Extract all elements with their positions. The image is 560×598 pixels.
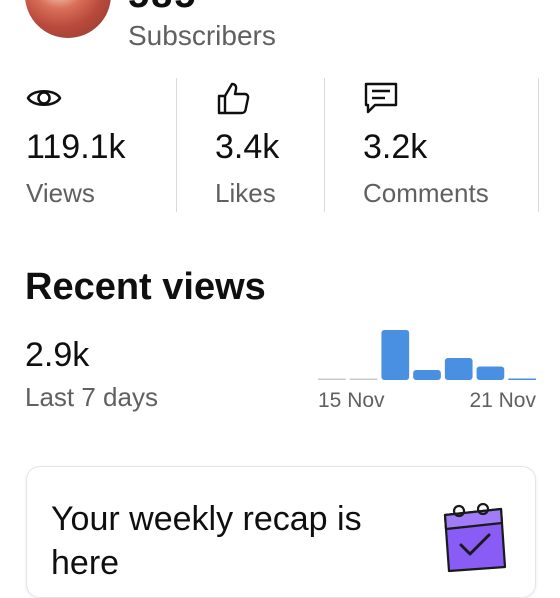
stat-divider [176,78,177,212]
stat-likes[interactable]: 3.4k Likes [215,78,315,212]
chart-bar-21-nov [508,378,536,380]
chart-bar-19-nov [444,358,473,380]
likes-label: Likes [215,178,276,208]
channel-avatar[interactable] [25,0,111,38]
thumbs-up-icon [217,82,250,115]
views-label: Views [26,178,95,208]
recent-views-period: Last 7 days [25,382,158,412]
views-value: 119.1k [26,128,126,166]
subscriber-label: Subscribers [128,20,276,51]
calendar-check-icon [443,503,507,573]
stat-views[interactable]: 119.1k Views [26,78,166,212]
subscriber-count: 585 [128,0,197,17]
comment-icon [364,82,398,114]
chart-bar-18-nov [413,370,441,380]
recent-views-value: 2.9k [25,336,90,374]
chart-bar-15-nov [318,378,346,380]
chart-bar-20-nov [476,366,505,380]
chart-bar-16-nov [349,378,378,380]
chart-bar-17-nov [381,330,410,380]
stat-divider [324,78,325,212]
comments-label: Comments [363,178,489,208]
stat-divider [538,78,539,212]
chart-tick-label: 21 Nov [469,389,536,412]
stat-comments[interactable]: 3.2k Comments [363,78,533,212]
likes-value: 3.4k [215,128,280,166]
eye-icon [26,89,62,107]
comments-value: 3.2k [363,128,428,166]
recent-views-chart[interactable]: 15 Nov 21 Nov [316,318,538,418]
recent-views-title: Recent views [25,266,266,308]
weekly-recap-card[interactable]: Your weekly recap is here [26,466,536,598]
chart-tick-label: 15 Nov [318,389,385,412]
recap-title: Your weekly recap is here [51,500,362,582]
